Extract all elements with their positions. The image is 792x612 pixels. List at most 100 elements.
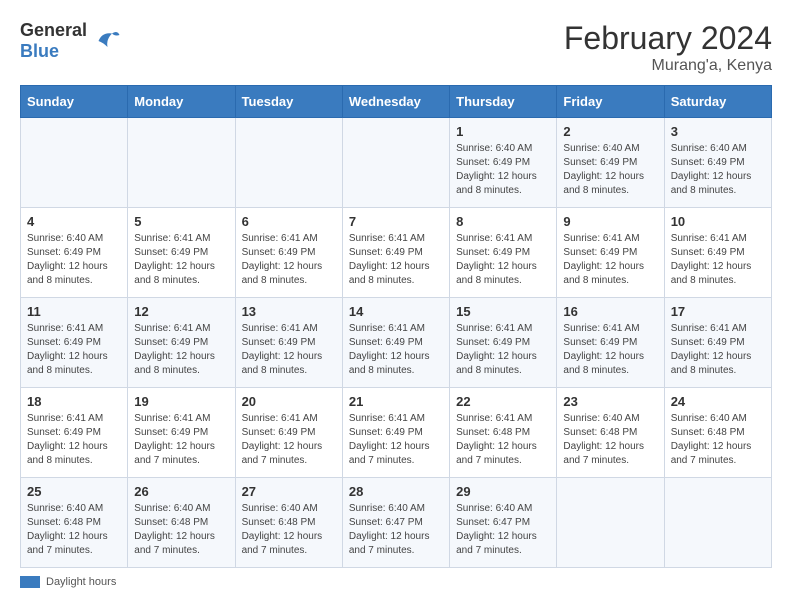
- day-info: Sunrise: 6:41 AM Sunset: 6:49 PM Dayligh…: [349, 322, 443, 378]
- daylight-label: Daylight hours: [46, 576, 116, 588]
- day-info: Sunrise: 6:40 AM Sunset: 6:48 PM Dayligh…: [134, 502, 228, 558]
- calendar-cell: 13 Sunrise: 6:41 AM Sunset: 6:49 PM Dayli…: [235, 298, 342, 388]
- calendar-header-row: SundayMondayTuesdayWednesdayThursdayFrid…: [21, 86, 772, 118]
- daylight-color-box: [20, 576, 40, 588]
- calendar-cell: 7 Sunrise: 6:41 AM Sunset: 6:49 PM Daylig…: [342, 208, 449, 298]
- day-number: 25: [27, 484, 121, 499]
- day-info: Sunrise: 6:41 AM Sunset: 6:49 PM Dayligh…: [134, 232, 228, 288]
- day-number: 26: [134, 484, 228, 499]
- calendar-cell: 27Sunrise: 6:40 AM Sunset: 6:48 PM Dayli…: [235, 478, 342, 568]
- logo-bird-icon: [91, 26, 121, 56]
- calendar-subtitle: Murang'a, Kenya: [564, 57, 772, 75]
- logo-general-text: General: [20, 20, 87, 41]
- calendar-cell: 12Sunrise: 6:41 AM Sunset: 6:49 PM Dayli…: [128, 298, 235, 388]
- logo: General Blue: [20, 20, 121, 62]
- day-number: 23: [563, 394, 657, 409]
- column-header-monday: Monday: [128, 86, 235, 118]
- calendar-cell: 21 Sunrise: 6:41 AM Sunset: 6:49 PM Dayli…: [342, 388, 449, 478]
- calendar-title: February 2024: [564, 20, 772, 57]
- day-number: 16: [563, 304, 657, 319]
- day-info: Sunrise: 6:41 AM Sunset: 6:49 PM Dayligh…: [563, 232, 657, 288]
- day-info: Sunrise: 6:41 AM Sunset: 6:49 PM Dayligh…: [349, 232, 443, 288]
- calendar-cell: 22Sunrise: 6:41 AM Sunset: 6:48 PM Dayli…: [450, 388, 557, 478]
- column-header-friday: Friday: [557, 86, 664, 118]
- day-number: 18: [27, 394, 121, 409]
- calendar-cell: [664, 478, 771, 568]
- day-number: 13: [242, 304, 336, 319]
- calendar-cell: 18 Sunrise: 6:41 AM Sunset: 6:49 PM Dayli…: [21, 388, 128, 478]
- column-header-thursday: Thursday: [450, 86, 557, 118]
- day-number: 29: [456, 484, 550, 499]
- calendar-cell: [342, 118, 449, 208]
- day-number: 28: [349, 484, 443, 499]
- calendar-cell: 9 Sunrise: 6:41 AM Sunset: 6:49 PM Daylig…: [557, 208, 664, 298]
- day-number: 24: [671, 394, 765, 409]
- calendar-cell: 24 Sunrise: 6:40 AM Sunset: 6:48 PM Dayli…: [664, 388, 771, 478]
- day-number: 19: [134, 394, 228, 409]
- calendar-cell: [557, 478, 664, 568]
- day-number: 9: [563, 214, 657, 229]
- calendar-cell: 29 Sunrise: 6:40 AM Sunset: 6:47 PM Dayli…: [450, 478, 557, 568]
- day-number: 11: [27, 304, 121, 319]
- day-info: Sunrise: 6:41 AM Sunset: 6:49 PM Dayligh…: [242, 322, 336, 378]
- calendar-cell: 3 Sunrise: 6:40 AM Sunset: 6:49 PM Daylig…: [664, 118, 771, 208]
- day-info: Sunrise: 6:41 AM Sunset: 6:49 PM Dayligh…: [27, 412, 121, 468]
- title-block: February 2024 Murang'a, Kenya: [564, 20, 772, 75]
- calendar-cell: [21, 118, 128, 208]
- day-number: 17: [671, 304, 765, 319]
- day-info: Sunrise: 6:40 AM Sunset: 6:49 PM Dayligh…: [563, 142, 657, 198]
- day-number: 21: [349, 394, 443, 409]
- calendar-cell: 2 Sunrise: 6:40 AM Sunset: 6:49 PM Daylig…: [557, 118, 664, 208]
- calendar-cell: 4 Sunrise: 6:40 AM Sunset: 6:49 PM Daylig…: [21, 208, 128, 298]
- calendar-cell: 17 Sunrise: 6:41 AM Sunset: 6:49 PM Dayli…: [664, 298, 771, 388]
- day-number: 2: [563, 124, 657, 139]
- day-number: 7: [349, 214, 443, 229]
- calendar-cell: 16 Sunrise: 6:41 AM Sunset: 6:49 PM Dayli…: [557, 298, 664, 388]
- column-header-tuesday: Tuesday: [235, 86, 342, 118]
- calendar-footer: Daylight hours: [20, 576, 772, 588]
- calendar-week-row: 18 Sunrise: 6:41 AM Sunset: 6:49 PM Dayli…: [21, 388, 772, 478]
- calendar-week-row: 4 Sunrise: 6:40 AM Sunset: 6:49 PM Daylig…: [21, 208, 772, 298]
- day-number: 6: [242, 214, 336, 229]
- day-number: 15: [456, 304, 550, 319]
- day-info: Sunrise: 6:40 AM Sunset: 6:47 PM Dayligh…: [456, 502, 550, 558]
- column-header-sunday: Sunday: [21, 86, 128, 118]
- calendar-table: SundayMondayTuesdayWednesdayThursdayFrid…: [20, 85, 772, 568]
- day-info: Sunrise: 6:41 AM Sunset: 6:49 PM Dayligh…: [134, 322, 228, 378]
- column-header-saturday: Saturday: [664, 86, 771, 118]
- column-header-wednesday: Wednesday: [342, 86, 449, 118]
- calendar-cell: 26 Sunrise: 6:40 AM Sunset: 6:48 PM Dayli…: [128, 478, 235, 568]
- calendar-cell: 25 Sunrise: 6:40 AM Sunset: 6:48 PM Dayli…: [21, 478, 128, 568]
- day-info: Sunrise: 6:41 AM Sunset: 6:49 PM Dayligh…: [563, 322, 657, 378]
- day-info: Sunrise: 6:40 AM Sunset: 6:48 PM Dayligh…: [671, 412, 765, 468]
- day-number: 8: [456, 214, 550, 229]
- day-number: 20: [242, 394, 336, 409]
- calendar-cell: 15 Sunrise: 6:41 AM Sunset: 6:49 PM Dayli…: [450, 298, 557, 388]
- calendar-cell: 23 Sunrise: 6:40 AM Sunset: 6:48 PM Dayli…: [557, 388, 664, 478]
- calendar-cell: 14Sunrise: 6:41 AM Sunset: 6:49 PM Dayli…: [342, 298, 449, 388]
- day-info: Sunrise: 6:41 AM Sunset: 6:49 PM Dayligh…: [242, 412, 336, 468]
- calendar-cell: [128, 118, 235, 208]
- day-info: Sunrise: 6:40 AM Sunset: 6:48 PM Dayligh…: [563, 412, 657, 468]
- day-number: 4: [27, 214, 121, 229]
- day-number: 22: [456, 394, 550, 409]
- day-info: Sunrise: 6:41 AM Sunset: 6:49 PM Dayligh…: [671, 322, 765, 378]
- calendar-week-row: 25 Sunrise: 6:40 AM Sunset: 6:48 PM Dayli…: [21, 478, 772, 568]
- page-header: General Blue February 2024 Murang'a, Ken…: [20, 20, 772, 75]
- calendar-cell: [235, 118, 342, 208]
- day-info: Sunrise: 6:41 AM Sunset: 6:49 PM Dayligh…: [134, 412, 228, 468]
- calendar-cell: 19 Sunrise: 6:41 AM Sunset: 6:49 PM Dayli…: [128, 388, 235, 478]
- day-info: Sunrise: 6:41 AM Sunset: 6:49 PM Dayligh…: [456, 232, 550, 288]
- day-info: Sunrise: 6:40 AM Sunset: 6:48 PM Dayligh…: [27, 502, 121, 558]
- calendar-cell: 28 Sunrise: 6:40 AM Sunset: 6:47 PM Dayli…: [342, 478, 449, 568]
- day-info: Sunrise: 6:40 AM Sunset: 6:49 PM Dayligh…: [671, 142, 765, 198]
- day-number: 3: [671, 124, 765, 139]
- day-info: Sunrise: 6:41 AM Sunset: 6:49 PM Dayligh…: [349, 412, 443, 468]
- calendar-cell: 20 Sunrise: 6:41 AM Sunset: 6:49 PM Dayli…: [235, 388, 342, 478]
- calendar-cell: 8 Sunrise: 6:41 AM Sunset: 6:49 PM Daylig…: [450, 208, 557, 298]
- day-info: Sunrise: 6:41 AM Sunset: 6:49 PM Dayligh…: [456, 322, 550, 378]
- day-info: Sunrise: 6:40 AM Sunset: 6:49 PM Dayligh…: [27, 232, 121, 288]
- day-info: Sunrise: 6:40 AM Sunset: 6:47 PM Dayligh…: [349, 502, 443, 558]
- day-info: Sunrise: 6:41 AM Sunset: 6:49 PM Dayligh…: [671, 232, 765, 288]
- calendar-week-row: 1Sunrise: 6:40 AM Sunset: 6:49 PM Daylig…: [21, 118, 772, 208]
